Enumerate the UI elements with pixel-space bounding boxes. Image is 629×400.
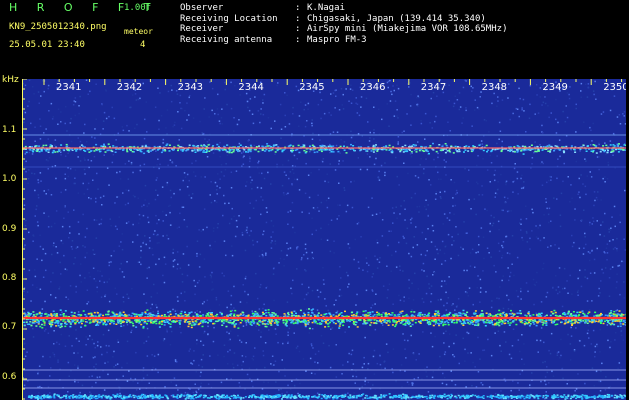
- time-label: 2346: [360, 82, 385, 93]
- spectrogram-canvas: 2341 2342 2343 2344 2345 2346 2347 2348 2349 2350: [22, 79, 626, 400]
- info-sep: :: [295, 24, 301, 34]
- time-label: 2343: [178, 82, 203, 93]
- freq-label: 1.1: [2, 125, 17, 135]
- info-key: Receiving Location: [180, 13, 278, 24]
- time-label: 2347: [421, 82, 446, 93]
- info-row-antenna: Receiving antenna : Maspro FM-3: [180, 35, 507, 46]
- freq-label: 0.9: [2, 224, 17, 234]
- freq-label: 0.6: [2, 372, 17, 382]
- info-key: Receiver: [180, 24, 224, 34]
- info-key: Receiving antenna: [180, 34, 273, 45]
- info-value: Maspro FM-3: [307, 34, 367, 45]
- app-version: 1.00f: [124, 3, 152, 13]
- frequency-unit: kHz: [2, 75, 19, 85]
- info-value: AirSpy mini (Miakejima VOR 108.65MHz): [307, 24, 508, 34]
- station-info: Observer : K.Nagai Receiving Location : …: [180, 3, 507, 45]
- info-value: K.Nagai: [307, 3, 345, 13]
- meteor-count: 4: [140, 40, 146, 50]
- info-row-observer: Observer : K.Nagai: [180, 3, 507, 14]
- time-label: 2348: [482, 82, 507, 93]
- info-key: Observer: [180, 3, 224, 13]
- time-label: 2350: [603, 82, 626, 93]
- spectrogram-background: [22, 79, 626, 400]
- spectrogram[interactable]: 2341 2342 2343 2344 2345 2346 2347 2348 2349 2350: [22, 79, 626, 400]
- meteor-label: meteor: [124, 27, 153, 36]
- info-value: Chigasaki, Japan (139.414 35.340): [307, 13, 486, 24]
- info-row-receiver: Receiver : AirSpy mini (Miakejima VOR 10…: [180, 24, 507, 35]
- info-sep: :: [295, 3, 301, 13]
- time-label: 2344: [238, 82, 263, 93]
- time-label: 2345: [299, 82, 324, 93]
- info-sep: :: [295, 34, 301, 45]
- freq-label: 0.8: [2, 273, 17, 283]
- time-label: 2349: [542, 82, 567, 93]
- info-sep: :: [295, 13, 301, 24]
- file-name: KN9_2505012340.png: [9, 22, 107, 32]
- header: H R O F F T 1.00f KN9_2505012340.png met…: [0, 0, 629, 76]
- timestamp: 25.05.01 23:40: [9, 40, 85, 50]
- freq-label: 1.0: [2, 174, 17, 184]
- time-label: 2341: [56, 82, 81, 93]
- time-label: 2342: [117, 82, 142, 93]
- freq-label: 0.7: [2, 322, 17, 332]
- info-row-location: Receiving Location : Chigasaki, Japan (1…: [180, 14, 507, 25]
